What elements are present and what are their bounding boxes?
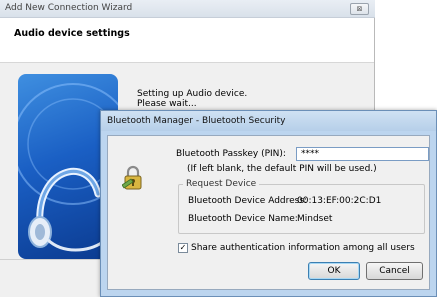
wizard-status: Setting up Audio device. Please wait... (137, 89, 247, 109)
lock-key-icon (121, 165, 144, 191)
wizard-titlebar: Add New Connection Wizard ⊠ (0, 0, 375, 18)
passkey-input[interactable]: **** (296, 147, 429, 161)
address-value: 00:13:EF:00:2C:D1 (297, 196, 382, 206)
ok-button[interactable]: OK (308, 262, 360, 280)
device-name-label: Bluetooth Device Name: (188, 214, 298, 224)
bluetooth-security-dialog: Bluetooth Manager - Bluetooth Security B… (100, 110, 437, 297)
share-auth-checkbox[interactable]: ✓ (178, 243, 188, 253)
passkey-label: Bluetooth Passkey (PIN): (176, 149, 286, 159)
cancel-button[interactable]: Cancel (366, 262, 423, 280)
dialog-titlebar[interactable]: Bluetooth Manager - Bluetooth Security (101, 111, 436, 131)
wizard-title: Add New Connection Wizard (5, 3, 133, 13)
request-device-title: Request Device (183, 179, 260, 189)
checkbox-check-icon: ✓ (179, 243, 187, 252)
address-label: Bluetooth Device Address: (188, 196, 308, 206)
dialog-client: Bluetooth Passkey (PIN): **** (If left b… (107, 135, 430, 290)
close-icon[interactable]: ⊠ (350, 3, 369, 15)
device-name-value: Mindset (297, 214, 333, 224)
passkey-hint: (If left blank, the default PIN will be … (187, 164, 377, 174)
request-device-group (178, 184, 425, 234)
dialog-title: Bluetooth Manager - Bluetooth Security (107, 116, 286, 126)
status-line-1: Setting up Audio device. (137, 89, 248, 99)
wizard-header: Audio device settings (0, 18, 375, 63)
status-line-2: Please wait... (137, 99, 197, 109)
wizard-heading: Audio device settings (14, 28, 130, 39)
share-auth-label[interactable]: Share authentication information among a… (191, 243, 415, 253)
